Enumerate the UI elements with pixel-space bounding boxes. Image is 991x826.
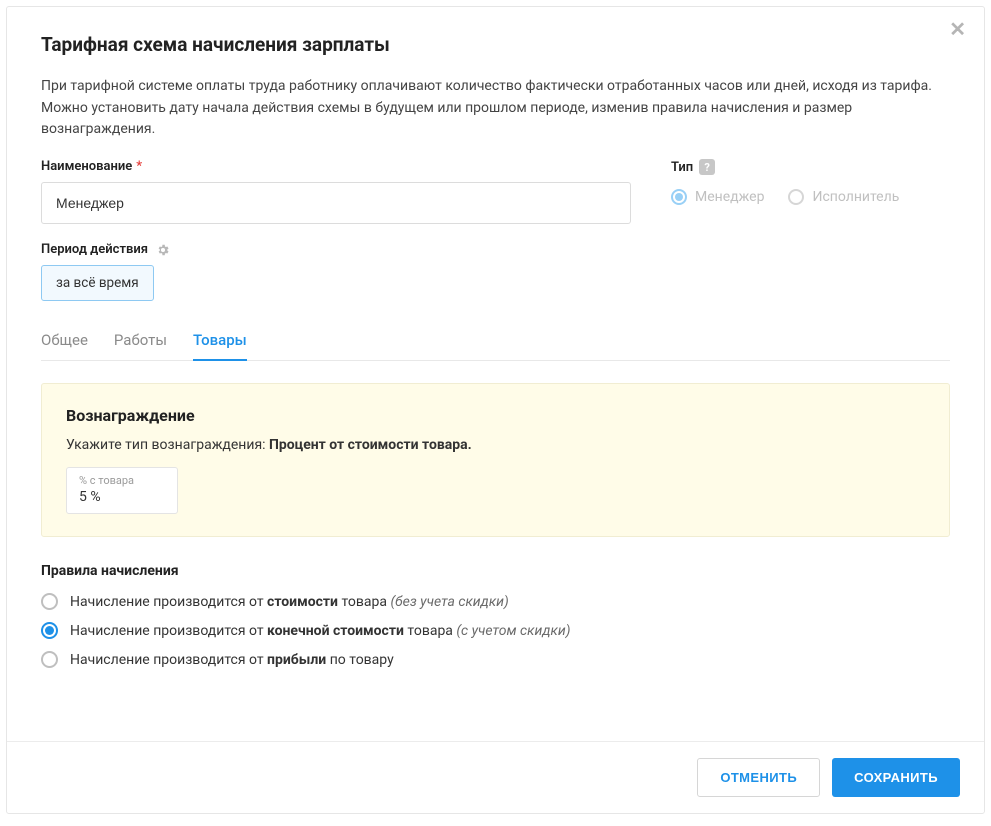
modal-footer: ОТМЕНИТЬ СОХРАНИТЬ: [7, 741, 984, 813]
name-field-group: Наименование *: [41, 159, 631, 224]
rules-section: Правила начисления Начисление производит…: [41, 563, 950, 668]
reward-subtitle-bold: Процент от стоимости товара.: [269, 437, 472, 453]
rule-text: Начисление производится от прибыли по то…: [70, 652, 394, 668]
rule-option-cost[interactable]: Начисление производится от стоимости тов…: [41, 593, 950, 610]
cancel-button[interactable]: ОТМЕНИТЬ: [697, 758, 820, 797]
tab-general[interactable]: Общее: [41, 323, 88, 361]
type-radio-performer[interactable]: Исполнитель: [788, 189, 899, 205]
type-label: Тип ?: [671, 159, 950, 175]
help-icon[interactable]: ?: [699, 159, 715, 175]
radio-icon: [671, 189, 687, 205]
type-radio-manager-label: Менеджер: [695, 189, 764, 205]
radio-icon: [41, 622, 58, 639]
reward-title: Вознаграждение: [66, 406, 925, 425]
tabs: Общее Работы Товары: [41, 323, 950, 361]
radio-icon: [41, 651, 58, 668]
period-section: Период действия за всё время: [41, 242, 950, 301]
type-radio-manager[interactable]: Менеджер: [671, 189, 764, 205]
description-text: При тарифной системе оплаты труда работн…: [41, 76, 950, 141]
gear-icon[interactable]: [156, 243, 170, 257]
rule-option-final-cost[interactable]: Начисление производится от конечной стои…: [41, 622, 950, 639]
type-radio-performer-label: Исполнитель: [812, 189, 899, 205]
period-badge[interactable]: за всё время: [41, 265, 154, 301]
type-radio-group: Менеджер Исполнитель: [671, 189, 950, 205]
rule-text: Начисление производится от конечной стои…: [70, 623, 570, 639]
modal-body: Тарифная схема начисления зарплаты При т…: [7, 7, 984, 741]
period-label: Период действия: [41, 242, 950, 257]
rules-title: Правила начисления: [41, 563, 950, 579]
reward-box: Вознаграждение Укажите тип вознаграждени…: [41, 383, 950, 537]
rule-option-profit[interactable]: Начисление производится от прибыли по то…: [41, 651, 950, 668]
name-label: Наименование *: [41, 159, 631, 174]
percent-box[interactable]: % с товара 5 %: [66, 467, 178, 514]
radio-icon: [788, 189, 804, 205]
reward-subtitle: Укажите тип вознаграждения: Процент от с…: [66, 437, 925, 453]
type-field-group: Тип ? Менеджер Исполнитель: [671, 159, 950, 224]
tab-works[interactable]: Работы: [114, 323, 167, 361]
form-row: Наименование* Тип ? Менеджер Исполнит: [41, 159, 950, 224]
modal: ✕ Тарифная схема начисления зарплаты При…: [6, 6, 985, 814]
period-label-text: Период действия: [41, 242, 148, 257]
modal-title: Тарифная схема начисления зарплаты: [41, 33, 950, 56]
tab-goods[interactable]: Товары: [193, 323, 247, 361]
save-button[interactable]: СОХРАНИТЬ: [832, 758, 960, 797]
type-label-text: Тип: [671, 160, 693, 175]
name-input[interactable]: [41, 182, 631, 224]
percent-label: % с товара: [79, 474, 165, 487]
rule-text: Начисление производится от стоимости тов…: [70, 594, 509, 610]
radio-icon: [41, 593, 58, 610]
close-icon[interactable]: ✕: [949, 19, 966, 39]
reward-subtitle-prefix: Укажите тип вознаграждения:: [66, 437, 269, 453]
name-label-text: Наименование: [41, 159, 132, 174]
required-star: *: [136, 159, 142, 174]
percent-value: 5 %: [79, 489, 165, 505]
